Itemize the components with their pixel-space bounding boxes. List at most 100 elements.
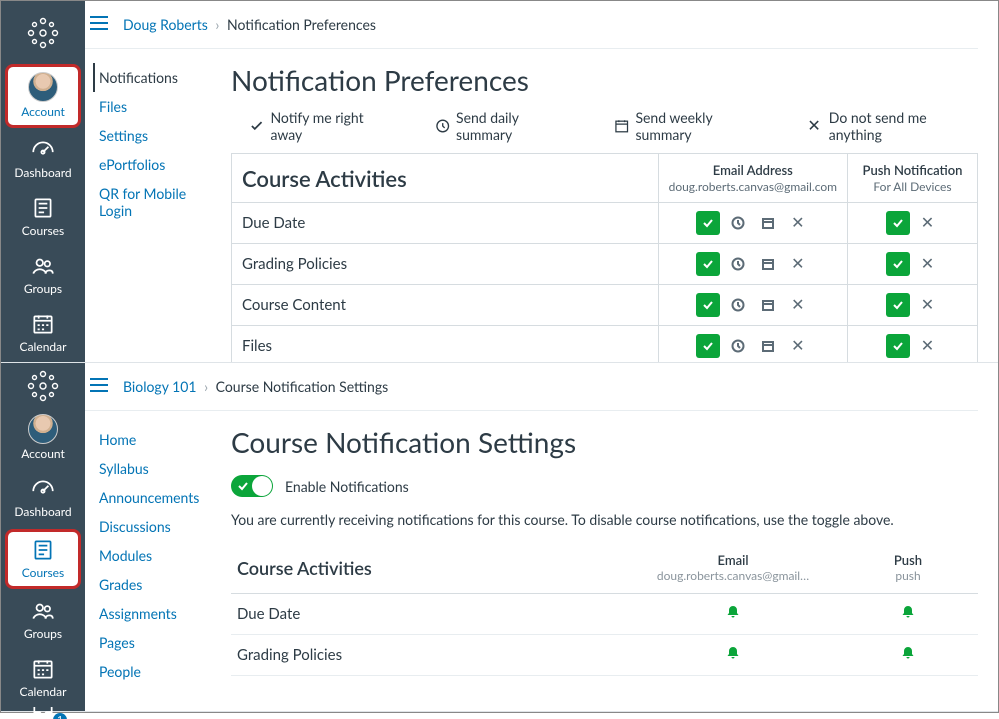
rail-label-account: Account	[21, 104, 65, 119]
push-off-button[interactable]: ✕	[916, 334, 940, 358]
rail-item-courses[interactable]: Courses	[5, 529, 81, 589]
channel-email-header[interactable]: Email Address doug.roberts.canvas@gmail.…	[658, 154, 847, 203]
table-row: Grading Policies	[231, 635, 978, 676]
subnav-item-people[interactable]: People	[93, 657, 221, 686]
rail-label-groups: Groups	[24, 626, 62, 641]
subnav-settings[interactable]: Settings	[93, 121, 221, 150]
rail-item-account[interactable]: Account	[1, 407, 85, 469]
course-subnav: HomeSyllabusAnnouncementsDiscussionsModu…	[85, 411, 231, 686]
push-on-button[interactable]	[886, 334, 910, 358]
push-cell	[838, 635, 978, 676]
category-name: Files	[232, 326, 659, 362]
freq-never-button[interactable]: ✕	[786, 211, 810, 235]
bell-icon[interactable]	[725, 605, 741, 624]
freq-immediate-button[interactable]	[696, 252, 720, 276]
groups-icon	[30, 598, 56, 624]
section-header: Course Activities	[231, 542, 628, 594]
global-nav-rail: Account Dashboard Courses Groups Calenda…	[1, 1, 85, 362]
channel-push-header[interactable]: Push push	[838, 542, 978, 594]
push-off-button[interactable]: ✕	[916, 293, 940, 317]
subnav-item-syllabus[interactable]: Syllabus	[93, 454, 221, 483]
legend-weekly: Send weekly summary	[614, 109, 767, 143]
bell-icon[interactable]	[725, 646, 741, 665]
rail-item-courses[interactable]: Courses	[1, 188, 85, 246]
rail-label-courses: Courses	[22, 223, 64, 238]
rail-label-dashboard: Dashboard	[14, 504, 71, 519]
table-row: Grading Policies ✕ ✕	[232, 244, 978, 285]
table-row: Due Date ✕ ✕	[232, 203, 978, 244]
freq-never-button[interactable]: ✕	[786, 252, 810, 276]
subnav-eportfolios[interactable]: ePortfolios	[93, 150, 221, 179]
freq-immediate-button[interactable]	[696, 293, 720, 317]
rail-item-dashboard[interactable]: Dashboard	[1, 130, 85, 188]
rail-item-dashboard[interactable]: Dashboard	[1, 469, 85, 527]
calendar-icon	[30, 656, 56, 682]
content-column: Notification Preferences Notify me right…	[231, 49, 978, 362]
channel-push-header[interactable]: Push Notification For All Devices	[848, 154, 978, 203]
subnav-item-discussions[interactable]: Discussions	[93, 512, 221, 541]
enable-notifications-row: Enable Notifications	[231, 469, 978, 511]
bell-icon[interactable]	[900, 646, 916, 665]
hamburger-icon[interactable]	[85, 11, 113, 38]
subnav-notifications[interactable]: Notifications	[93, 63, 221, 92]
push-off-button[interactable]: ✕	[916, 211, 940, 235]
course-notification-settings-view: Account Dashboard Courses Groups Calenda…	[1, 363, 998, 712]
freq-weekly-button[interactable]	[756, 252, 780, 276]
breadcrumb-user-link[interactable]: Doug Roberts	[123, 16, 208, 33]
section-header: Course Activities	[232, 154, 659, 203]
email-options: ✕	[658, 285, 847, 326]
push-on-button[interactable]	[886, 211, 910, 235]
subnav-files[interactable]: Files	[93, 92, 221, 121]
subnav-item-assignments[interactable]: Assignments	[93, 599, 221, 628]
legend-immediate: Notify me right away	[249, 109, 395, 143]
channel-email-header[interactable]: Email doug.roberts.canvas@gmail…	[628, 542, 838, 594]
freq-daily-button[interactable]	[726, 252, 750, 276]
freq-daily-button[interactable]	[726, 334, 750, 358]
rail-item-groups[interactable]: Groups	[1, 246, 85, 304]
page-title: Notification Preferences	[231, 63, 978, 97]
subnav-qr-login[interactable]: QR for Mobile Login	[93, 179, 221, 225]
freq-daily-button[interactable]	[726, 293, 750, 317]
calendar-icon	[30, 311, 56, 337]
freq-immediate-button[interactable]	[696, 334, 720, 358]
category-name: Grading Policies	[231, 635, 628, 676]
freq-never-button[interactable]: ✕	[786, 334, 810, 358]
rail-item-inbox[interactable]: 1	[1, 707, 85, 719]
breadcrumb-course-link[interactable]: Biology 101	[123, 378, 197, 395]
rail-item-groups[interactable]: Groups	[1, 591, 85, 649]
rail-item-calendar[interactable]: Calendar	[1, 304, 85, 362]
subnav-item-pages[interactable]: Pages	[93, 628, 221, 657]
category-name: Course Content	[232, 285, 659, 326]
account-notification-prefs-view: Account Dashboard Courses Groups Calenda…	[1, 1, 998, 363]
notification-preferences-table: Course Activities Email Address doug.rob…	[231, 153, 978, 362]
subnav-item-modules[interactable]: Modules	[93, 541, 221, 570]
breadcrumb: Doug Roberts › Notification Preferences	[123, 16, 376, 33]
push-options: ✕	[848, 326, 978, 362]
freq-daily-button[interactable]	[726, 211, 750, 235]
subnav-item-grades[interactable]: Grades	[93, 570, 221, 599]
push-on-button[interactable]	[886, 252, 910, 276]
push-options: ✕	[848, 285, 978, 326]
bell-icon[interactable]	[900, 605, 916, 624]
push-off-button[interactable]: ✕	[916, 252, 940, 276]
enable-notifications-toggle[interactable]	[231, 475, 273, 497]
push-on-button[interactable]	[886, 293, 910, 317]
frequency-legend: Notify me right away Send daily summary …	[231, 107, 978, 153]
email-options: ✕	[658, 326, 847, 362]
freq-never-button[interactable]: ✕	[786, 293, 810, 317]
courses-icon	[30, 537, 56, 563]
dashboard-icon	[30, 137, 56, 163]
freq-immediate-button[interactable]	[696, 211, 720, 235]
freq-weekly-button[interactable]	[756, 293, 780, 317]
content-column: Course Notification Settings Enable Noti…	[231, 411, 978, 686]
profile-subnav: Notifications Files Settings ePortfolios…	[85, 49, 231, 362]
rail-item-calendar[interactable]: Calendar	[1, 649, 85, 707]
canvas-logo[interactable]	[1, 7, 85, 58]
hamburger-icon[interactable]	[85, 373, 113, 400]
freq-weekly-button[interactable]	[756, 334, 780, 358]
freq-weekly-button[interactable]	[756, 211, 780, 235]
canvas-logo[interactable]	[1, 369, 85, 403]
rail-item-account[interactable]: Account	[5, 64, 81, 128]
subnav-item-announcements[interactable]: Announcements	[93, 483, 221, 512]
subnav-item-home[interactable]: Home	[93, 425, 221, 454]
